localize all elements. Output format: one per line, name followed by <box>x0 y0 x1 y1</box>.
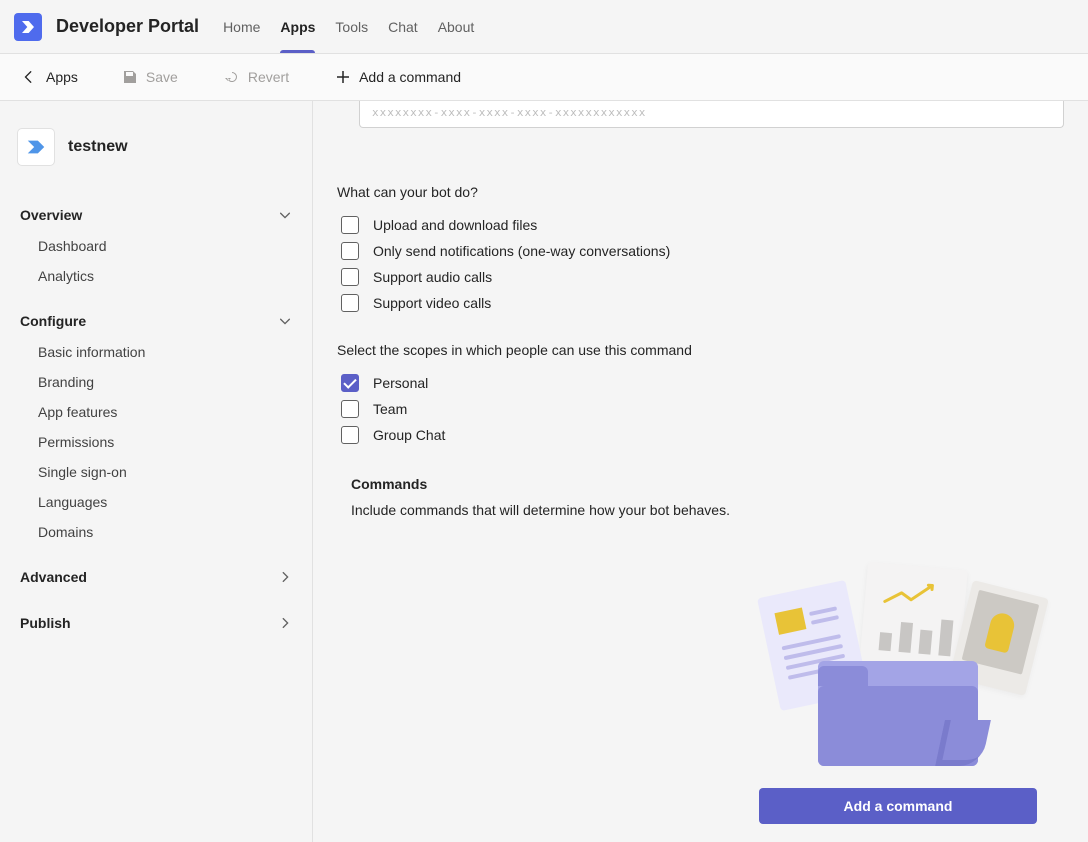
commands-description: Include commands that will determine how… <box>351 502 1064 518</box>
sidebar-item-analytics[interactable]: Analytics <box>38 261 294 291</box>
app-icon <box>18 129 54 165</box>
sidebar-item-branding[interactable]: Branding <box>38 367 294 397</box>
sidebar-header-overview[interactable]: Overview <box>18 199 294 231</box>
capability-label: Only send notifications (one-way convers… <box>373 243 670 259</box>
dev-portal-icon <box>20 19 36 35</box>
chevron-right-icon <box>278 570 292 584</box>
checkbox-video-calls[interactable] <box>341 294 359 312</box>
app-arrow-icon <box>25 136 47 158</box>
commands-title: Commands <box>351 476 1064 492</box>
sidebar-item-languages[interactable]: Languages <box>38 487 294 517</box>
back-button[interactable]: Apps <box>14 65 86 89</box>
scopes-question: Select the scopes in which people can us… <box>337 342 1064 358</box>
sidebar-item-domains[interactable]: Domains <box>38 517 294 547</box>
chevron-left-icon <box>22 70 36 84</box>
checkbox-notifications[interactable] <box>341 242 359 260</box>
revert-icon <box>224 69 240 85</box>
top-nav: Developer Portal Home Apps Tools Chat Ab… <box>0 0 1088 54</box>
checkbox-scope-group-chat[interactable] <box>341 426 359 444</box>
save-icon <box>122 69 138 85</box>
sidebar-item-permissions[interactable]: Permissions <box>38 427 294 457</box>
chevron-down-icon <box>278 314 292 328</box>
bot-id-field[interactable]: xxxxxxxx-xxxx-xxxx-xxxx-xxxxxxxxxxxx <box>359 101 1064 128</box>
app-name: testnew <box>68 138 128 156</box>
portal-title: Developer Portal <box>56 16 199 37</box>
sidebar: testnew Overview Dashboard Analytics Con… <box>0 101 313 842</box>
checkbox-scope-personal[interactable] <box>341 374 359 392</box>
plus-icon <box>335 69 351 85</box>
capability-label: Support audio calls <box>373 269 492 285</box>
add-command-toolbar-button[interactable]: Add a command <box>325 65 471 89</box>
capabilities-question: What can your bot do? <box>337 184 1064 200</box>
sidebar-item-basic-information[interactable]: Basic information <box>38 337 294 367</box>
sidebar-header-advanced[interactable]: Advanced <box>18 561 294 593</box>
save-label: Save <box>146 69 178 85</box>
sidebar-header-publish[interactable]: Publish <box>18 607 294 639</box>
app-header: testnew <box>18 129 294 165</box>
sidebar-item-dashboard[interactable]: Dashboard <box>38 231 294 261</box>
add-command-button[interactable]: Add a command <box>759 788 1037 824</box>
scope-label: Group Chat <box>373 427 445 443</box>
back-label: Apps <box>46 69 78 85</box>
revert-button: Revert <box>214 65 299 89</box>
scope-label: Team <box>373 401 407 417</box>
capability-label: Upload and download files <box>373 217 537 233</box>
sidebar-item-app-features[interactable]: App features <box>38 397 294 427</box>
checkbox-upload-download[interactable] <box>341 216 359 234</box>
top-tabs: Home Apps Tools Chat About <box>223 0 474 53</box>
sidebar-item-single-sign-on[interactable]: Single sign-on <box>38 457 294 487</box>
dev-portal-logo[interactable] <box>14 13 42 41</box>
tab-home[interactable]: Home <box>223 0 260 53</box>
checkbox-scope-team[interactable] <box>341 400 359 418</box>
tab-tools[interactable]: Tools <box>335 0 368 53</box>
empty-state: Add a command <box>758 566 1038 824</box>
tab-apps[interactable]: Apps <box>280 0 315 53</box>
action-toolbar: Apps Save Revert Add a command <box>0 54 1088 101</box>
add-command-toolbar-label: Add a command <box>359 69 461 85</box>
save-button: Save <box>112 65 188 89</box>
chevron-right-icon <box>278 616 292 630</box>
empty-state-illustration <box>758 566 1038 766</box>
capability-label: Support video calls <box>373 295 491 311</box>
scope-label: Personal <box>373 375 428 391</box>
revert-label: Revert <box>248 69 289 85</box>
tab-about[interactable]: About <box>438 0 475 53</box>
checkbox-audio-calls[interactable] <box>341 268 359 286</box>
sidebar-header-configure[interactable]: Configure <box>18 305 294 337</box>
content-area: xxxxxxxx-xxxx-xxxx-xxxx-xxxxxxxxxxxx Wha… <box>313 101 1088 842</box>
chevron-down-icon <box>278 208 292 222</box>
tab-chat[interactable]: Chat <box>388 0 418 53</box>
